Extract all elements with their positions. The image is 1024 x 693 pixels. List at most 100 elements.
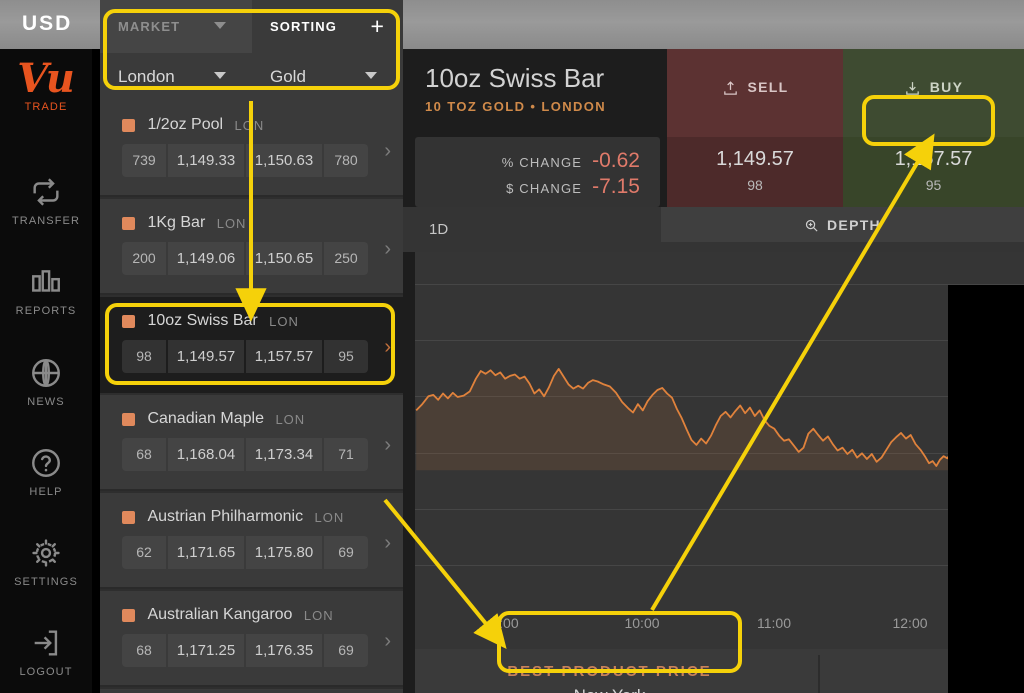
change-panel: % CHANGE -0.62 $ CHANGE -7.15 [415,137,660,207]
depth-toggle-label: DEPTH [827,217,881,233]
metal-color-swatch-icon [122,510,135,524]
sorting-select[interactable]: Gold [252,53,403,101]
product-name-line: 1Kg Bar LON [122,214,246,232]
product-name-line: Australian Kangaroo LON [122,606,334,624]
bid-price: 1,171.65 [168,536,244,569]
sidebar-item-label: SETTINGS [14,576,78,588]
add-filter-button[interactable]: + [370,13,385,39]
bid-qty: 200 [122,242,166,275]
chart-range-selector[interactable]: 1D [415,207,661,252]
product-quote-cells: 200 1,149.06 1,150.65 250 [122,242,368,275]
ask-qty: 95 [324,340,368,373]
product-row-partial[interactable] [100,689,403,693]
metal-color-swatch-icon [122,608,135,622]
bid-qty: 98 [122,340,166,373]
chevron-right-icon[interactable]: › [384,239,391,259]
product-list[interactable]: 1/2oz Pool LON 739 1,149.33 1,150.63 780 › … [100,101,403,693]
bid-price: 1,149.57 [168,340,244,373]
sidebar-item-label: TRADE [24,101,68,113]
market-select[interactable]: London [100,53,252,101]
filter-values: London Gold [100,53,403,101]
sidebar-item-reports[interactable]: REPORTS [0,261,92,317]
chart-toolbar: 1D DEPTH [403,207,1024,252]
product-quote-cells: 62 1,171.65 1,175.80 69 [122,536,368,569]
sidebar-item-label: LOGOUT [19,666,73,678]
sell-price-panel[interactable]: 1,149.57 98 [667,137,843,207]
question-circle-icon [0,442,92,484]
depth-toggle-button[interactable]: DEPTH [661,207,1024,242]
price-chart[interactable] [415,252,1024,604]
tab-sorting-label: SORTING [270,19,337,34]
sidebar-item-trade[interactable]: Vu TRADE [0,57,92,114]
buy-button[interactable]: BUY [843,49,1024,137]
bid-price: 1,149.06 [168,242,244,275]
sell-quantity: 98 [747,177,763,193]
market-select-value: London [118,67,175,86]
ask-qty: 69 [324,634,368,667]
sorting-select-value: Gold [270,67,306,86]
product-market: LON [269,313,299,329]
chevron-right-icon[interactable]: › [384,337,391,357]
buy-price-panel[interactable]: 1,157.57 95 [843,137,1024,207]
product-row-australian-kangaroo[interactable]: Australian Kangaroo LON 68 1,171.25 1,176.… [100,591,403,687]
transfer-icon [0,171,92,213]
chart-footer: BEST PRODUCT PRICE New York [415,649,1024,693]
product-list-panel: MARKET SORTING + London Gold 1/2oz Pool … [100,0,403,693]
dollar-change-line: $ CHANGE -7.15 [506,175,640,199]
percent-change-label: % CHANGE [501,155,583,170]
percent-change-value: -0.62 [592,149,640,172]
buy-price: 1,157.57 [894,148,973,170]
bid-qty: 68 [122,438,166,471]
chevron-down-icon [365,72,377,79]
chevron-right-icon[interactable]: › [384,435,391,455]
chevron-right-icon[interactable]: › [384,533,391,553]
sell-price: 1,149.57 [716,148,794,170]
x-axis-tick: 10:00 [624,615,660,631]
sidebar-item-help[interactable]: HELP [0,442,92,498]
bid-qty: 68 [122,634,166,667]
product-row-10oz-swiss-bar[interactable]: 10oz Swiss Bar LON 98 1,149.57 1,157.57 95 … [100,297,403,393]
product-market: LON [314,509,345,525]
detail-panel: 10oz Swiss Bar 10 TOZ GOLD • LONDON SELL… [403,49,1024,693]
product-name: Austrian Philharmonic [147,508,304,525]
tab-market[interactable]: MARKET [100,0,252,53]
filter-bar: MARKET SORTING + London Gold [100,0,403,101]
bid-price: 1,168.04 [168,438,244,471]
sidebar-item-label: REPORTS [15,305,77,317]
chevron-down-icon [214,72,226,79]
sidebar-item-label: HELP [29,486,63,498]
chevron-right-icon[interactable]: › [384,141,391,161]
ask-qty: 780 [324,144,368,177]
page-subtitle: 10 TOZ GOLD • LONDON [425,99,607,114]
tab-sorting[interactable]: SORTING + [252,0,403,53]
tab-market-label: MARKET [118,19,181,34]
ask-price: 1,157.57 [246,340,322,373]
chart-x-axis: 9:00 10:00 11:00 12:00 [415,604,1024,649]
product-market: LON [234,117,265,133]
product-row-austrian-philharmonic[interactable]: Austrian Philharmonic LON 62 1,171.65 1,17… [100,493,403,589]
gear-icon [0,532,92,574]
upload-icon [723,81,737,95]
product-row-1kg-bar[interactable]: 1Kg Bar LON 200 1,149.06 1,150.65 250 › [100,199,403,295]
best-product-price-title: BEST PRODUCT PRICE [507,663,712,680]
sell-button[interactable]: SELL [667,49,843,137]
product-name: 1/2oz Pool [147,116,224,133]
product-quote-cells: 739 1,149.33 1,150.63 780 [122,144,368,177]
chevron-right-icon[interactable]: › [384,631,391,651]
currency-indicator[interactable]: USD [22,12,72,36]
product-quote-cells: 68 1,168.04 1,173.34 71 [122,438,368,471]
filter-tabs: MARKET SORTING + [100,0,403,53]
bid-qty: 62 [122,536,166,569]
ask-price: 1,173.34 [246,438,322,471]
sidebar-item-logout[interactable]: LOGOUT [0,622,92,678]
product-row-canadian-maple[interactable]: Canadian Maple LON 68 1,168.04 1,173.34 71 … [100,395,403,491]
sidebar-item-news[interactable]: NEWS [0,352,92,408]
buy-button-label: BUY [929,79,964,95]
product-row-1-2oz-pool[interactable]: 1/2oz Pool LON 739 1,149.33 1,150.63 780 › [100,101,403,197]
sidebar-item-transfer[interactable]: TRANSFER [0,171,92,227]
screenshot-occlusion [948,285,1024,693]
sidebar-nav: Vu TRADE TRANSFER REPORTS NEWS HELP SETT… [0,49,92,693]
sidebar-item-settings[interactable]: SETTINGS [0,532,92,588]
logout-icon [0,622,92,664]
product-name-line: 10oz Swiss Bar LON [122,312,299,330]
